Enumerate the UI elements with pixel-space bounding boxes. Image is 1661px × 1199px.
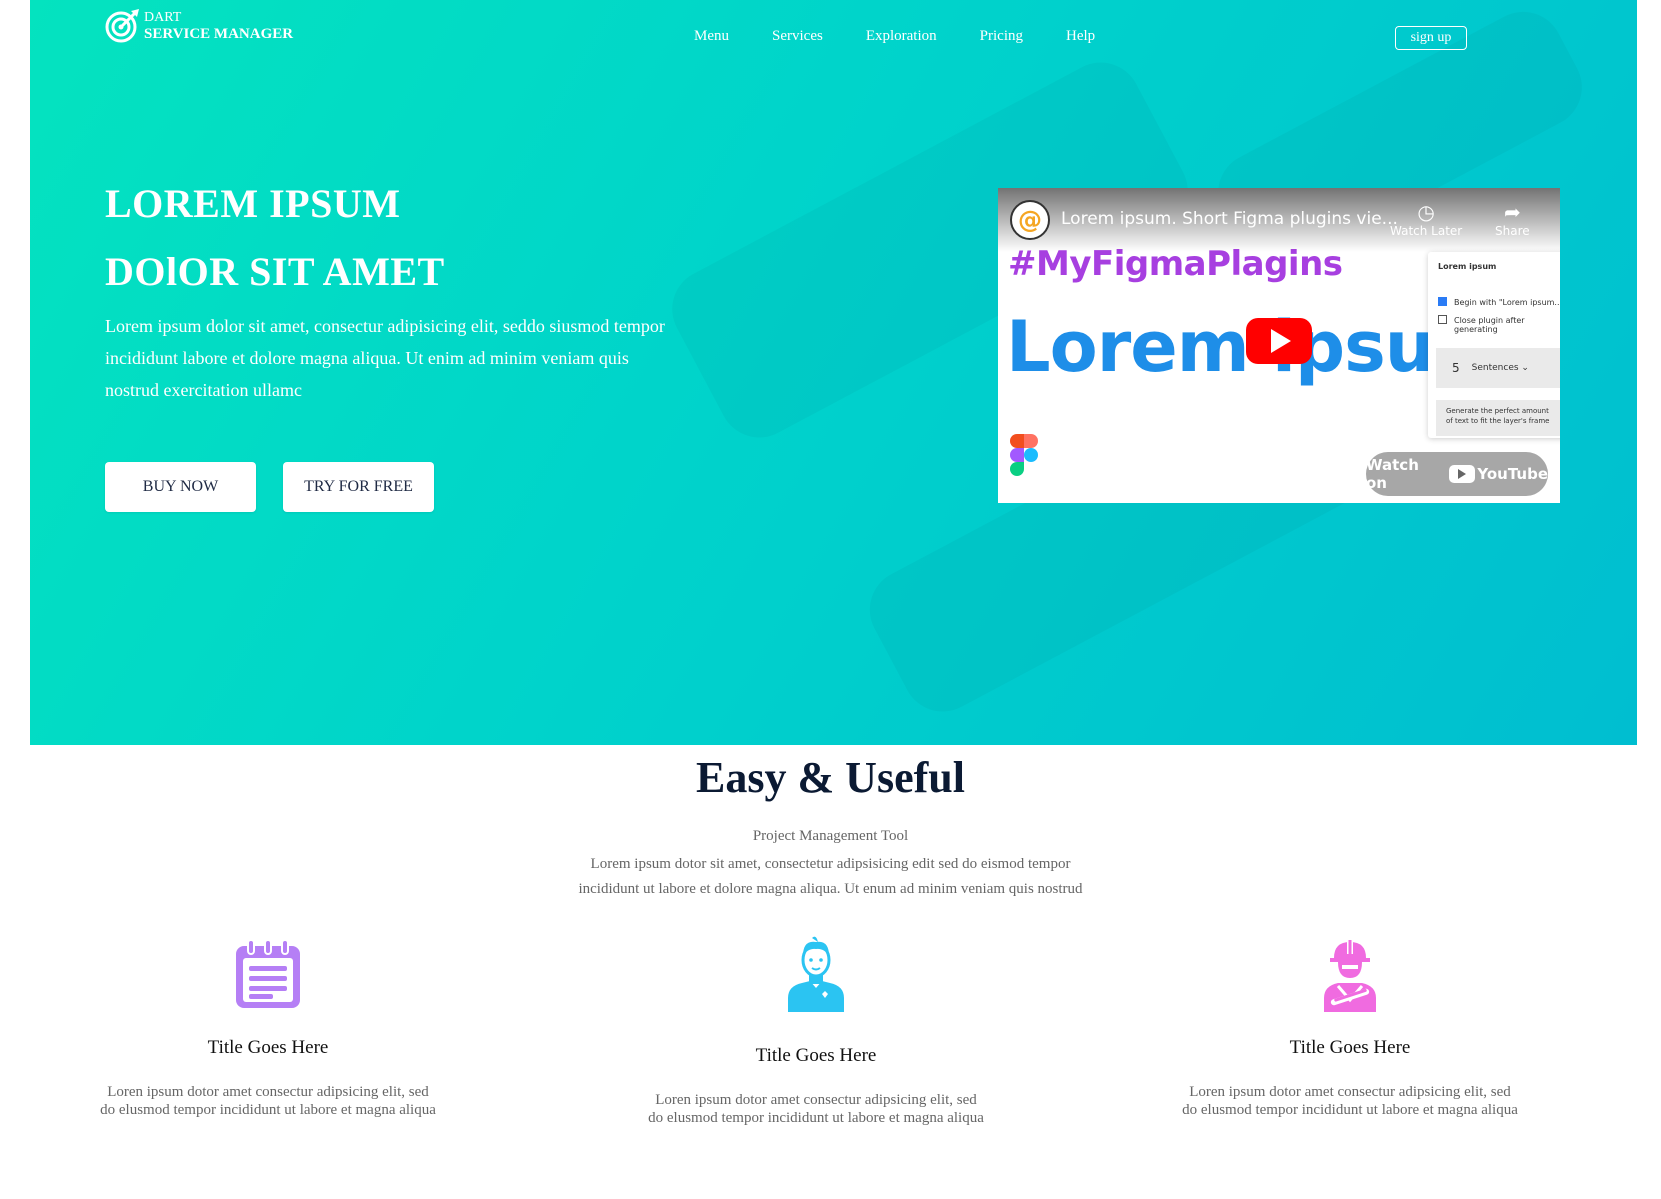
nav-item-services[interactable]: Services [772, 28, 823, 45]
nav-item-pricing[interactable]: Pricing [980, 28, 1023, 45]
channel-avatar[interactable]: @ [1010, 200, 1050, 240]
panel-title: Lorem ipsum [1438, 262, 1497, 271]
watch-on-label: Watch on [1366, 456, 1419, 492]
sentences-label: Sentences ⌄ [1471, 363, 1529, 373]
feature-card: Title Goes Here Loren ipsum dotor amet c… [98, 936, 438, 1119]
sentences-count: 5 [1452, 361, 1460, 375]
features-subtitle: Project Management Tool [752, 828, 909, 844]
share-button[interactable]: ➦ Share [1495, 200, 1530, 238]
buy-now-button[interactable]: BUY NOW [105, 462, 256, 512]
panel-option-2: Close plugin after generating [1454, 316, 1525, 334]
brand-subtitle: SERVICE MANAGER [144, 26, 294, 42]
youtube-video-embed[interactable]: #MyFigmaPlagins Lorem ipsum Lorem ipsum … [998, 188, 1560, 503]
youtube-label: YouTube [1477, 465, 1548, 483]
checkbox-empty-icon [1438, 315, 1447, 324]
features-title: Easy & Useful [696, 753, 965, 802]
checkbox-checked-icon [1438, 297, 1447, 306]
signup-button[interactable]: sign up [1395, 26, 1467, 50]
play-icon [1271, 329, 1291, 353]
feature-card: Title Goes Here Loren ipsum dotor amet c… [646, 936, 986, 1127]
feature-card: Title Goes Here Loren ipsum dotor amet c… [1180, 936, 1520, 1119]
hero-section: DART SERVICE MANAGER Menu Services Explo… [30, 0, 1637, 745]
brand-name: DART [144, 10, 182, 25]
feature-title: Title Goes Here [755, 1045, 877, 1066]
hero-title-line2: DOlOR SIT AMET [105, 249, 445, 294]
main-nav: Menu Services Exploration Pricing Help [694, 28, 1138, 45]
feature-description: Loren ipsum dotor amet consectur adipsic… [648, 1092, 984, 1126]
nav-item-exploration[interactable]: Exploration [866, 28, 937, 45]
sentences-selector: 5 Sentences ⌄ [1436, 348, 1560, 388]
nav-item-menu[interactable]: Menu [694, 28, 729, 45]
feature-description: Loren ipsum dotor amet consectur adipsic… [100, 1084, 436, 1118]
feature-title: Title Goes Here [1289, 1037, 1411, 1058]
person-icon [788, 936, 844, 1012]
engineer-icon [1324, 940, 1376, 1012]
hero-description: Lorem ipsum dolor sit amet, consectur ad… [105, 316, 665, 400]
hero-title-line1: LOREM IPSUM [105, 181, 401, 226]
generate-text-note: Generate the perfect amount of text to f… [1436, 400, 1560, 436]
share-arrow-icon: ➦ [1503, 200, 1521, 224]
watch-on-youtube-button[interactable]: Watch on YouTube [1366, 452, 1548, 496]
panel-option-1: Begin with "Lorem ipsum..." [1454, 298, 1560, 307]
play-button[interactable] [1246, 318, 1312, 364]
feature-description: Loren ipsum dotor amet consectur adipsic… [1182, 1084, 1518, 1118]
video-title[interactable]: Lorem ipsum. Short Figma plugins vie... [1061, 209, 1398, 229]
brand-logo[interactable]: DART SERVICE MANAGER [104, 8, 293, 44]
clock-icon: ◷ [1417, 200, 1435, 224]
try-for-free-button[interactable]: TRY FOR FREE [283, 462, 434, 512]
nav-item-help[interactable]: Help [1066, 28, 1095, 45]
youtube-logo-icon [1449, 465, 1476, 483]
share-label: Share [1495, 224, 1530, 238]
calendar-icon [236, 939, 300, 1008]
target-icon [105, 9, 139, 43]
features-description: Lorem ipsum dotor sit amet, consectetur … [578, 856, 1083, 897]
plugin-panel-preview: Lorem ipsum Begin with "Lorem ipsum..." … [1428, 252, 1560, 438]
watch-later-label: Watch Later [1390, 224, 1463, 238]
watch-later-button[interactable]: ◷ Watch Later [1390, 200, 1462, 238]
feature-title: Title Goes Here [207, 1037, 329, 1058]
figma-logo-icon [1010, 434, 1038, 476]
